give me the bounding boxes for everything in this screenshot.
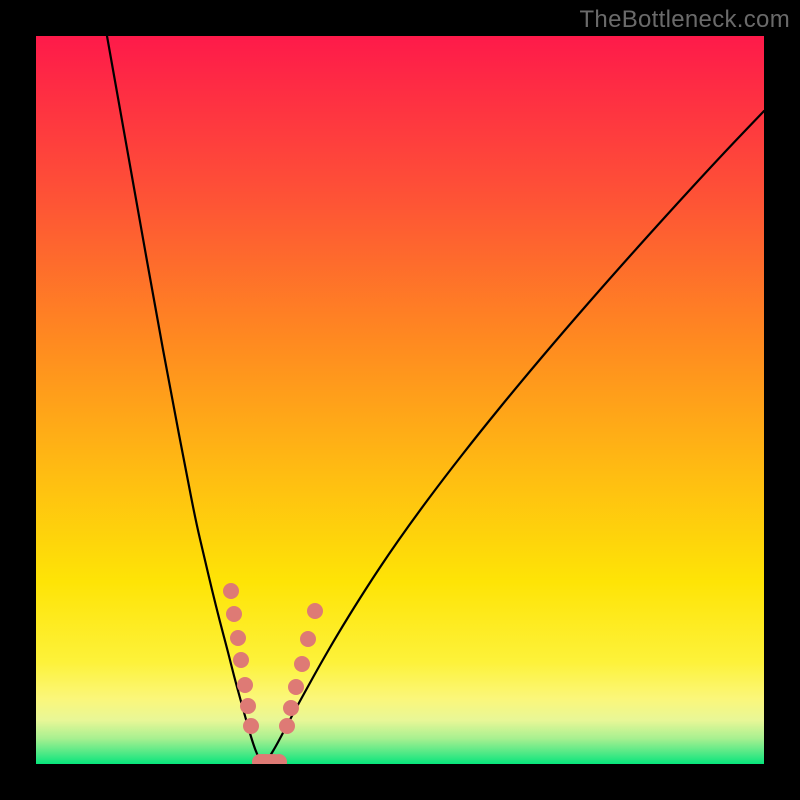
data-dot: [240, 698, 256, 714]
curve-layer: [36, 36, 764, 764]
data-dot: [294, 656, 310, 672]
watermark-text: TheBottleneck.com: [579, 6, 790, 34]
dot-cluster-left-arm: [223, 583, 259, 734]
data-dot: [237, 677, 253, 693]
chart-frame: TheBottleneck.com: [0, 0, 800, 800]
dot-cluster-right-arm: [279, 603, 323, 734]
data-dot: [283, 700, 299, 716]
curve-right-branch: [266, 111, 764, 762]
data-dot: [300, 631, 316, 647]
plot-area: [36, 36, 764, 764]
dot-cluster-bottom: [252, 754, 287, 764]
data-dot: [243, 718, 259, 734]
data-dot: [279, 718, 295, 734]
data-dot: [288, 679, 304, 695]
data-dot: [233, 652, 249, 668]
data-dot: [223, 583, 239, 599]
data-dot: [307, 603, 323, 619]
data-dot: [226, 606, 242, 622]
data-dot: [230, 630, 246, 646]
